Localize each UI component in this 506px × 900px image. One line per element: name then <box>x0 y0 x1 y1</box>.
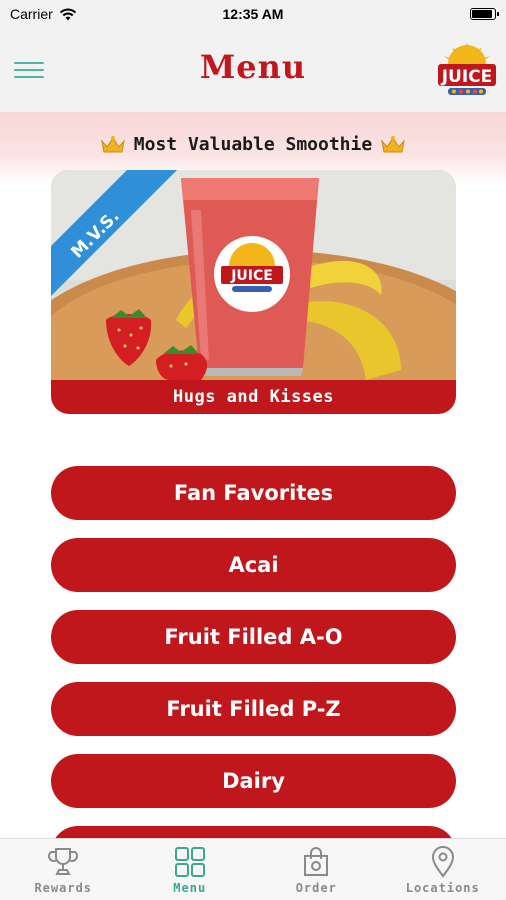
menu-category-acai[interactable]: Acai <box>51 538 456 592</box>
featured-smoothie-name: Hugs and Kisses <box>172 387 335 407</box>
tab-rewards-label: Rewards <box>34 881 93 895</box>
status-bar: Carrier 12:35 AM <box>0 0 506 28</box>
app-header: Menu JUICE <box>0 28 506 112</box>
wifi-icon <box>59 8 76 20</box>
crown-icon <box>100 135 125 152</box>
tab-menu-label: Menu <box>173 881 207 895</box>
tab-order-label: Order <box>295 881 337 895</box>
menu-category-fan-favorites[interactable]: Fan Favorites <box>51 466 456 520</box>
trophy-icon <box>48 848 79 875</box>
featured-smoothie-card[interactable]: JUICE M.V.S. Hugs and Kisses <box>51 170 456 414</box>
bottom-tab-bar: Rewards Menu Order Locations <box>0 838 506 900</box>
grid-icon <box>174 847 205 877</box>
status-left: Carrier <box>10 6 77 22</box>
battery-icon <box>470 8 499 20</box>
smoothie-photo: JUICE M.V.S. <box>51 170 456 380</box>
map-pin-icon <box>431 846 454 878</box>
logo-text: JUICE <box>441 67 493 87</box>
page-title: Menu <box>199 48 307 86</box>
menu-category-list: Fan Favorites Acai Fruit Filled A-O Frui… <box>51 466 456 898</box>
menu-category-fruit-filled-p-z[interactable]: Fruit Filled P-Z <box>51 682 456 736</box>
menu-category-fruit-filled-a-o[interactable]: Fruit Filled A-O <box>51 610 456 664</box>
bag-icon <box>304 847 329 876</box>
crown-icon <box>381 135 406 152</box>
tab-menu[interactable]: Menu <box>127 839 254 900</box>
cup-logo-text: JUICE <box>230 268 273 284</box>
carrier-label: Carrier <box>10 6 53 22</box>
tab-locations[interactable]: Locations <box>380 839 506 900</box>
mvs-title: Most Valuable Smoothie <box>133 134 373 155</box>
tab-order[interactable]: Order <box>253 839 380 900</box>
battery-level <box>472 10 492 18</box>
menu-category-dairy[interactable]: Dairy <box>51 754 456 808</box>
mvs-title-row: Most Valuable Smoothie <box>0 134 506 155</box>
tab-locations-label: Locations <box>405 881 480 895</box>
juice-logo[interactable]: JUICE <box>434 38 500 104</box>
status-time: 12:35 AM <box>222 6 284 22</box>
tab-rewards[interactable]: Rewards <box>0 839 127 900</box>
